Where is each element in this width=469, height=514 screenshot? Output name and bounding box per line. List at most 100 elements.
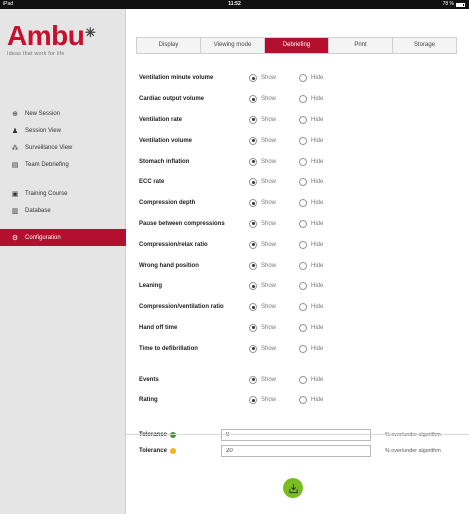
sidebar-item-surveillance-view[interactable]: ⁂ Surveillance View [0,139,126,156]
radio-show[interactable] [249,178,257,187]
save-button[interactable] [283,478,303,498]
hide-option[interactable]: Hide [299,240,349,249]
show-option[interactable]: Show [249,199,299,208]
radio-show[interactable] [249,219,257,228]
sidebar-item-label: Surveillance View [25,144,73,151]
hide-option[interactable]: Hide [299,95,349,104]
radio-show[interactable] [249,115,257,124]
hide-option[interactable]: Hide [299,219,349,228]
show-option[interactable]: Show [249,219,299,228]
radio-hide[interactable] [299,240,307,249]
tab-debriefing[interactable]: Debriefing [265,38,329,53]
setting-row: Leaning Show Hide [139,276,459,297]
show-option[interactable]: Show [249,95,299,104]
radio-hide[interactable] [299,303,307,312]
radio-show[interactable] [249,199,257,208]
radio-hide[interactable] [299,74,307,83]
radio-show[interactable] [249,303,257,312]
radio-show[interactable] [249,74,257,83]
radio-hide[interactable] [299,115,307,124]
radio-show[interactable] [249,323,257,332]
hide-option[interactable]: Hide [299,375,349,384]
radio-show[interactable] [249,396,257,405]
tolerance-unit: % over/under algorithm [385,432,441,438]
radio-show[interactable] [249,240,257,249]
show-option[interactable]: Show [249,303,299,312]
hide-option[interactable]: Hide [299,344,349,353]
sidebar-item-database[interactable]: ▥ Database [0,202,126,219]
hide-option[interactable]: Hide [299,261,349,270]
show-option[interactable]: Show [249,136,299,145]
radio-show[interactable] [249,95,257,104]
hide-option[interactable]: Hide [299,178,349,187]
setting-row: Hand off time Show Hide [139,318,459,339]
clock: 11:52 [228,1,241,7]
radio-hide[interactable] [299,199,307,208]
tolerance-row-green: Tolerance % over/under algorithm [139,429,459,441]
show-option[interactable]: Show [249,74,299,83]
hide-option[interactable]: Hide [299,115,349,124]
wrench-icon: ⚙ [11,234,19,242]
show-option[interactable]: Show [249,240,299,249]
show-option[interactable]: Show [249,178,299,187]
hide-option[interactable]: Hide [299,136,349,145]
radio-hide[interactable] [299,375,307,384]
tolerance-yellow-input[interactable] [221,445,371,457]
hide-option[interactable]: Hide [299,282,349,291]
hide-option[interactable]: Hide [299,323,349,332]
radio-hide[interactable] [299,157,307,166]
radio-hide[interactable] [299,95,307,104]
sidebar-item-configuration[interactable]: ⚙ Configuration [0,229,126,246]
logo: Ambu ✳ Ideas that work for life [7,22,119,58]
radio-show[interactable] [249,282,257,291]
option-label: Show [261,283,277,290]
option-label: Hide [311,179,324,186]
radio-show[interactable] [249,344,257,353]
sidebar-item-training-course[interactable]: ▣ Training Course [0,185,126,202]
setting-row: Rating Show Hide [139,390,459,411]
tab-display[interactable]: Display [137,38,201,53]
sidebar-item-session-view[interactable]: ♟ Session View [0,122,126,139]
radio-show[interactable] [249,157,257,166]
radio-hide[interactable] [299,344,307,353]
sidebar: Ambu ✳ Ideas that work for life ⊕ New Se… [0,9,126,514]
tab-storage[interactable]: Storage [393,38,456,53]
option-label: Hide [311,376,324,383]
hide-option[interactable]: Hide [299,396,349,405]
show-option[interactable]: Show [249,261,299,270]
show-option[interactable]: Show [249,115,299,124]
hide-option[interactable]: Hide [299,199,349,208]
radio-hide[interactable] [299,136,307,145]
sidebar-nav: ⊕ New Session ♟ Session View ⁂ Surveilla… [0,105,126,246]
sidebar-item-new-session[interactable]: ⊕ New Session [0,105,126,122]
option-label: Hide [311,220,324,227]
radio-hide[interactable] [299,178,307,187]
show-option[interactable]: Show [249,157,299,166]
show-option[interactable]: Show [249,344,299,353]
show-option[interactable]: Show [249,323,299,332]
option-label: Hide [311,75,324,82]
hide-option[interactable]: Hide [299,303,349,312]
hide-option[interactable]: Hide [299,74,349,83]
radio-show[interactable] [249,375,257,384]
option-label: Show [261,220,277,227]
option-label: Hide [311,96,324,103]
radio-hide[interactable] [299,323,307,332]
tab-print[interactable]: Print [329,38,393,53]
tab-viewing-mode[interactable]: Viewing mode [201,38,265,53]
show-option[interactable]: Show [249,282,299,291]
tolerance-green-input[interactable] [221,429,371,441]
radio-hide[interactable] [299,282,307,291]
radio-hide[interactable] [299,396,307,405]
show-option[interactable]: Show [249,396,299,405]
tolerance-label: Tolerance [139,448,221,454]
show-option[interactable]: Show [249,375,299,384]
radio-hide[interactable] [299,219,307,228]
radio-show[interactable] [249,261,257,270]
sidebar-item-label: Configuration [25,234,61,241]
radio-show[interactable] [249,136,257,145]
radio-hide[interactable] [299,261,307,270]
hide-option[interactable]: Hide [299,157,349,166]
sidebar-item-team-debriefing[interactable]: ▤ Team Debriefing [0,156,126,173]
option-label: Show [261,397,277,404]
